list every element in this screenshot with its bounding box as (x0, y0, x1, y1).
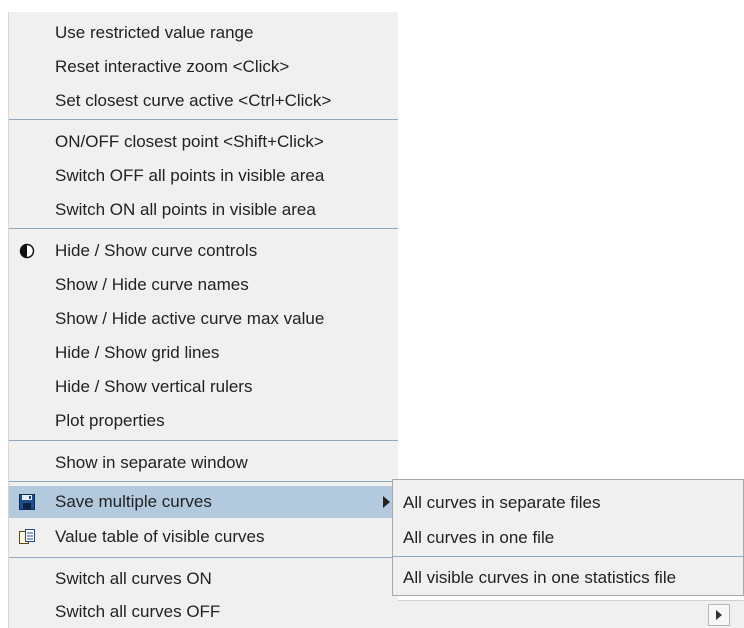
menu-item-label: Reset interactive zoom <Click> (55, 57, 290, 76)
table-copy-icon (19, 529, 35, 545)
save-disk-icon (19, 494, 35, 510)
menu-separator (9, 440, 398, 441)
arrow-right-icon (716, 610, 722, 620)
menu-item-label: Show in separate window (55, 453, 248, 472)
menu-item-label: Value table of visible curves (55, 527, 265, 546)
submenu-item-label: All curves in separate files (403, 493, 601, 512)
submenu-item-visible-curves-statistics-file[interactable]: All visible curves in one statistics fil… (393, 562, 743, 594)
menu-item-hide-show-grid-lines[interactable]: Hide / Show grid lines (9, 337, 398, 369)
menu-item-plot-properties[interactable]: Plot properties (9, 405, 398, 437)
menu-separator (9, 557, 398, 558)
menu-item-label: Plot properties (55, 411, 165, 430)
menu-item-switch-on-points-visible[interactable]: Switch ON all points in visible area (9, 194, 398, 226)
menu-item-switch-all-curves-on[interactable]: Switch all curves ON (9, 563, 398, 595)
menu-item-set-closest-curve-active[interactable]: Set closest curve active <Ctrl+Click> (9, 85, 398, 117)
menu-item-show-in-separate-window[interactable]: Show in separate window (9, 447, 398, 479)
menu-item-value-table-visible-curves[interactable]: Value table of visible curves (9, 521, 398, 553)
scroll-right-button[interactable] (708, 604, 730, 626)
menu-item-label: Switch ON all points in visible area (55, 200, 316, 219)
menu-item-show-hide-active-curve-max[interactable]: Show / Hide active curve max value (9, 303, 398, 335)
menu-item-switch-all-curves-off[interactable]: Switch all curves OFF (9, 596, 398, 628)
submenu-separator (393, 556, 743, 557)
menu-item-hide-show-vertical-rulers[interactable]: Hide / Show vertical rulers (9, 371, 398, 403)
menu-item-show-hide-curve-names[interactable]: Show / Hide curve names (9, 269, 398, 301)
menu-item-use-restricted-value-range[interactable]: Use restricted value range (9, 17, 398, 49)
submenu-item-label: All visible curves in one statistics fil… (403, 568, 677, 587)
menu-item-label: Show / Hide active curve max value (55, 309, 325, 328)
submenu-arrow-icon (383, 496, 390, 508)
menu-item-label: Hide / Show grid lines (55, 343, 220, 362)
menu-item-label: Save multiple curves (55, 492, 212, 511)
menu-separator (9, 119, 398, 120)
menu-item-label: Hide / Show vertical rulers (55, 377, 253, 396)
menu-separator (9, 228, 398, 229)
menu-item-label: Switch all curves OFF (55, 602, 221, 621)
menu-item-label: ON/OFF closest point <Shift+Click> (55, 132, 324, 151)
menu-item-label: Set closest curve active <Ctrl+Click> (55, 91, 332, 110)
menu-item-save-multiple-curves[interactable]: Save multiple curves (9, 486, 398, 518)
menu-item-label: Switch all curves ON (55, 569, 212, 588)
submenu-item-label: All curves in one file (403, 528, 555, 547)
horizontal-scrollbar[interactable] (398, 600, 744, 628)
menu-item-switch-off-points-visible[interactable]: Switch OFF all points in visible area (9, 160, 398, 192)
menu-separator (9, 481, 398, 482)
menu-item-label: Show / Hide curve names (55, 275, 249, 294)
submenu-item-all-curves-separate-files[interactable]: All curves in separate files (393, 487, 743, 519)
plot-context-menu: Use restricted value range Reset interac… (8, 12, 398, 628)
menu-item-label: Switch OFF all points in visible area (55, 166, 325, 185)
submenu-item-all-curves-one-file[interactable]: All curves in one file (393, 522, 743, 554)
save-multiple-curves-submenu: All curves in separate files All curves … (392, 479, 744, 596)
menu-item-label: Use restricted value range (55, 23, 254, 42)
menu-item-toggle-closest-point[interactable]: ON/OFF closest point <Shift+Click> (9, 126, 398, 158)
menu-item-reset-interactive-zoom[interactable]: Reset interactive zoom <Click> (9, 51, 398, 83)
menu-item-label: Hide / Show curve controls (55, 241, 258, 260)
contrast-icon (19, 243, 35, 259)
menu-item-hide-show-curve-controls[interactable]: Hide / Show curve controls (9, 235, 398, 267)
